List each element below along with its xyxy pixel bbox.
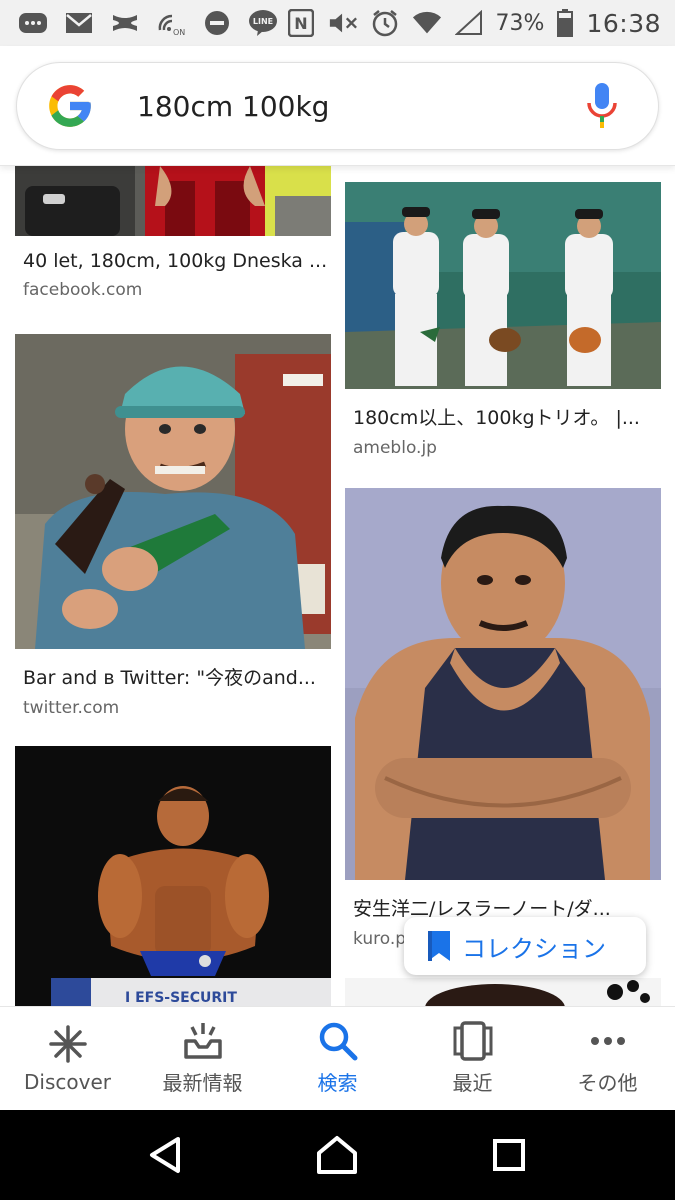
- bottom-navigation: Discover 最新情報 検索 最近 その他: [0, 1006, 675, 1110]
- search-area: 180cm 100kg: [0, 46, 675, 166]
- brand-logo-icon: [110, 10, 140, 36]
- line-app-icon: LINE: [248, 10, 278, 36]
- result-source: twitter.com: [23, 698, 120, 718]
- search-input[interactable]: 180cm 100kg: [137, 90, 582, 123]
- home-icon: [317, 1136, 358, 1174]
- system-navigation-bar: [0, 1110, 675, 1200]
- status-bar: ON LINE N 73% 16:38: [0, 0, 675, 46]
- nav-discover[interactable]: Discover: [0, 1007, 135, 1110]
- mute-icon: [328, 10, 358, 36]
- signal-icon: [454, 10, 484, 36]
- search-icon: [319, 1022, 357, 1061]
- wifi-icon: [412, 10, 442, 36]
- nav-updates[interactable]: 最新情報: [135, 1007, 270, 1110]
- alarm-icon: [370, 10, 400, 37]
- result-card[interactable]: [345, 978, 661, 1006]
- nav-search[interactable]: 検索: [270, 1007, 405, 1110]
- overview-button[interactable]: [479, 1125, 539, 1185]
- nav-label: その他: [577, 1071, 638, 1095]
- bookmark-icon: [428, 931, 450, 961]
- result-source: facebook.com: [23, 280, 143, 300]
- line-app-label: LINE: [253, 17, 273, 26]
- result-card[interactable]: 安生洋二/レスラーノート/ダ... kuro.p: [345, 488, 661, 949]
- banner-text: I EFS-SECURIT: [125, 990, 237, 1006]
- microphone-icon[interactable]: [582, 81, 622, 131]
- inbox-icon: [183, 1023, 222, 1059]
- do-not-disturb-icon: [202, 10, 232, 36]
- nav-more[interactable]: その他: [540, 1007, 675, 1110]
- status-right: N 73% 16:38: [286, 9, 661, 38]
- mail-icon: [64, 10, 94, 36]
- result-source: ameblo.jp: [353, 438, 437, 458]
- overview-square-icon: [493, 1139, 526, 1171]
- nav-label: 最近: [452, 1071, 493, 1095]
- search-box[interactable]: 180cm 100kg: [16, 62, 659, 150]
- status-left: ON LINE: [18, 10, 278, 36]
- collection-label: コレクション: [462, 934, 606, 963]
- battery-icon: [556, 9, 574, 37]
- result-title[interactable]: Bar and в Twitter: "今夜のand...: [15, 663, 331, 690]
- nav-recent[interactable]: 最近: [405, 1007, 540, 1110]
- asterisk-icon: [48, 1024, 87, 1063]
- nav-label: 最新情報: [162, 1071, 243, 1095]
- result-thumbnail[interactable]: [15, 334, 331, 649]
- result-card[interactable]: 180cm以上、100kgトリオ。 |... ameblo.jp: [345, 182, 661, 458]
- result-thumbnail[interactable]: [345, 488, 661, 880]
- recent-cards-icon: [453, 1021, 492, 1061]
- result-card[interactable]: 40 let, 180cm, 100kg Dneska ... facebook…: [15, 166, 331, 300]
- nav-label: 検索: [317, 1071, 358, 1095]
- google-logo-icon[interactable]: [45, 81, 95, 131]
- screen: ON LINE N 73% 16:38 180cm 100kg 40 let, …: [0, 0, 675, 1200]
- wireless-on-label: ON: [173, 28, 185, 36]
- nav-label: Discover: [24, 1069, 111, 1094]
- home-button[interactable]: [307, 1125, 367, 1185]
- nfc-label: N: [294, 14, 307, 33]
- result-thumbnail[interactable]: [345, 978, 661, 1006]
- messages-icon: [18, 10, 48, 36]
- clock: 16:38: [586, 8, 661, 38]
- image-results: 40 let, 180cm, 100kg Dneska ... facebook…: [0, 166, 675, 1006]
- result-thumbnail[interactable]: I EFS-SECURIT: [15, 746, 331, 1006]
- nfc-icon: N: [286, 9, 316, 37]
- result-card[interactable]: Bar and в Twitter: "今夜のand... twitter.co…: [15, 334, 331, 718]
- back-button[interactable]: [136, 1125, 196, 1185]
- result-card[interactable]: I EFS-SECURIT: [15, 746, 331, 1006]
- collection-button[interactable]: コレクション: [404, 917, 646, 975]
- more-dots-icon: [590, 1037, 625, 1045]
- result-thumbnail[interactable]: [15, 166, 331, 236]
- back-triangle-icon: [149, 1137, 180, 1173]
- result-title[interactable]: 40 let, 180cm, 100kg Dneska ...: [15, 250, 331, 272]
- result-thumbnail[interactable]: [345, 182, 661, 389]
- wireless-on-icon: ON: [156, 10, 186, 36]
- result-title[interactable]: 180cm以上、100kgトリオ。 |...: [345, 403, 661, 430]
- battery-percent: 73%: [495, 10, 545, 36]
